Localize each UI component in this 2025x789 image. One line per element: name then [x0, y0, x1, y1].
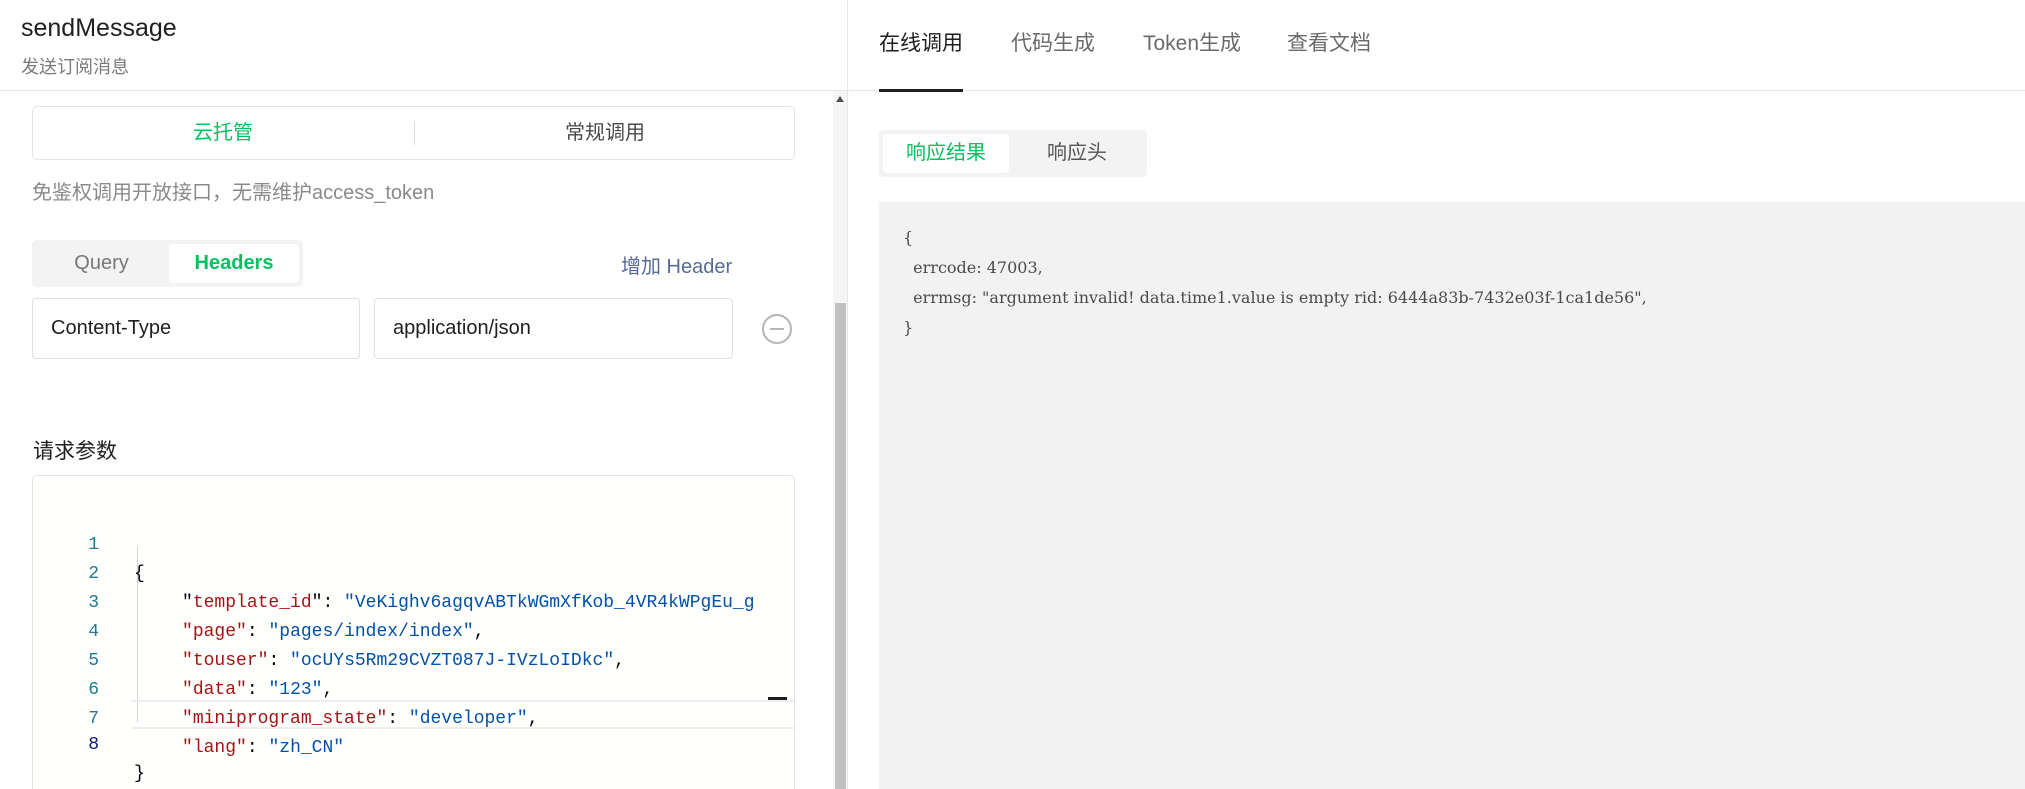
code-line: 4 "touser": "ocUYs5Rm29CVZT087J-IVzLoIDk…	[33, 589, 794, 671]
mode-regular-call[interactable]: 常规调用	[415, 107, 795, 159]
scrollbar-thumb[interactable]	[835, 303, 846, 789]
remove-header-icon[interactable]	[762, 314, 792, 344]
json-key: lang	[192, 738, 237, 758]
response-line: }	[903, 318, 914, 337]
api-name: sendMessage	[21, 14, 177, 42]
code-line: 2 "template_id": "VeKighv6agqvABTkWGmXfK…	[33, 531, 794, 613]
tab-online-call[interactable]: 在线调用	[879, 27, 963, 57]
code-line: 7 "lang": "zh_CN"	[33, 676, 794, 758]
mode-hint: 免鉴权调用开放接口，无需维护access_token	[32, 182, 435, 204]
api-debug-tool: sendMessage 发送订阅消息 云托管 常规调用 免鉴权调用开放接口，无需…	[0, 0, 2025, 789]
response-line: errmsg: "argument invalid! data.time1.va…	[903, 288, 1647, 307]
main-tabs: 在线调用 代码生成 Token生成 查看文档	[849, 0, 2025, 92]
response-body: { errcode: 47003, errmsg: "argument inva…	[879, 202, 2025, 789]
param-tabs: Query Headers	[32, 240, 303, 287]
active-tab-indicator	[879, 89, 963, 92]
tab-response-result[interactable]: 响应结果	[883, 134, 1009, 173]
mode-cloud-hosting[interactable]: 云托管	[33, 107, 413, 159]
json-value: zh_CN	[279, 738, 334, 758]
code-close-brace: }	[134, 764, 145, 784]
tab-query[interactable]: Query	[36, 244, 167, 283]
api-header: sendMessage 发送订阅消息	[0, 0, 848, 91]
api-description: 发送订阅消息	[21, 57, 129, 77]
response-line: errcode: 47003,	[903, 258, 1043, 277]
code-line: 1 {	[33, 502, 794, 584]
request-panel: sendMessage 发送订阅消息 云托管 常规调用 免鉴权调用开放接口，无需…	[0, 0, 848, 789]
tab-code-generation[interactable]: 代码生成	[1011, 27, 1095, 57]
response-panel: 在线调用 代码生成 Token生成 查看文档 响应结果 响应头 { errcod…	[849, 0, 2025, 789]
scroll-up-icon[interactable]	[836, 96, 844, 102]
code-line: 6 "miniprogram_state": "developer",	[33, 647, 794, 729]
response-line: {	[903, 228, 914, 247]
tab-token-generation[interactable]: Token生成	[1143, 27, 1241, 57]
code-line: 5 "data": "123",	[33, 618, 794, 700]
header-value-field[interactable]: application/json	[374, 298, 733, 359]
tab-response-headers[interactable]: 响应头	[1013, 134, 1141, 173]
call-mode-switch: 云托管 常规调用	[32, 106, 795, 160]
response-tabs: 响应结果 响应头	[879, 130, 1147, 177]
tab-view-docs[interactable]: 查看文档	[1287, 27, 1371, 57]
request-body-editor[interactable]: 1 { 2 "template_id": "VeKighv6agqvABTkWG…	[32, 475, 795, 789]
request-params-label: 请求参数	[33, 440, 117, 463]
header-key-field[interactable]: Content-Type	[32, 298, 360, 359]
tab-headers[interactable]: Headers	[169, 244, 299, 283]
add-header-button[interactable]: 增加 Header	[621, 250, 732, 279]
line-number: 8	[88, 735, 99, 755]
code-line: 3 "page": "pages/index/index",	[33, 560, 794, 642]
code-line: 8 }	[33, 702, 794, 784]
